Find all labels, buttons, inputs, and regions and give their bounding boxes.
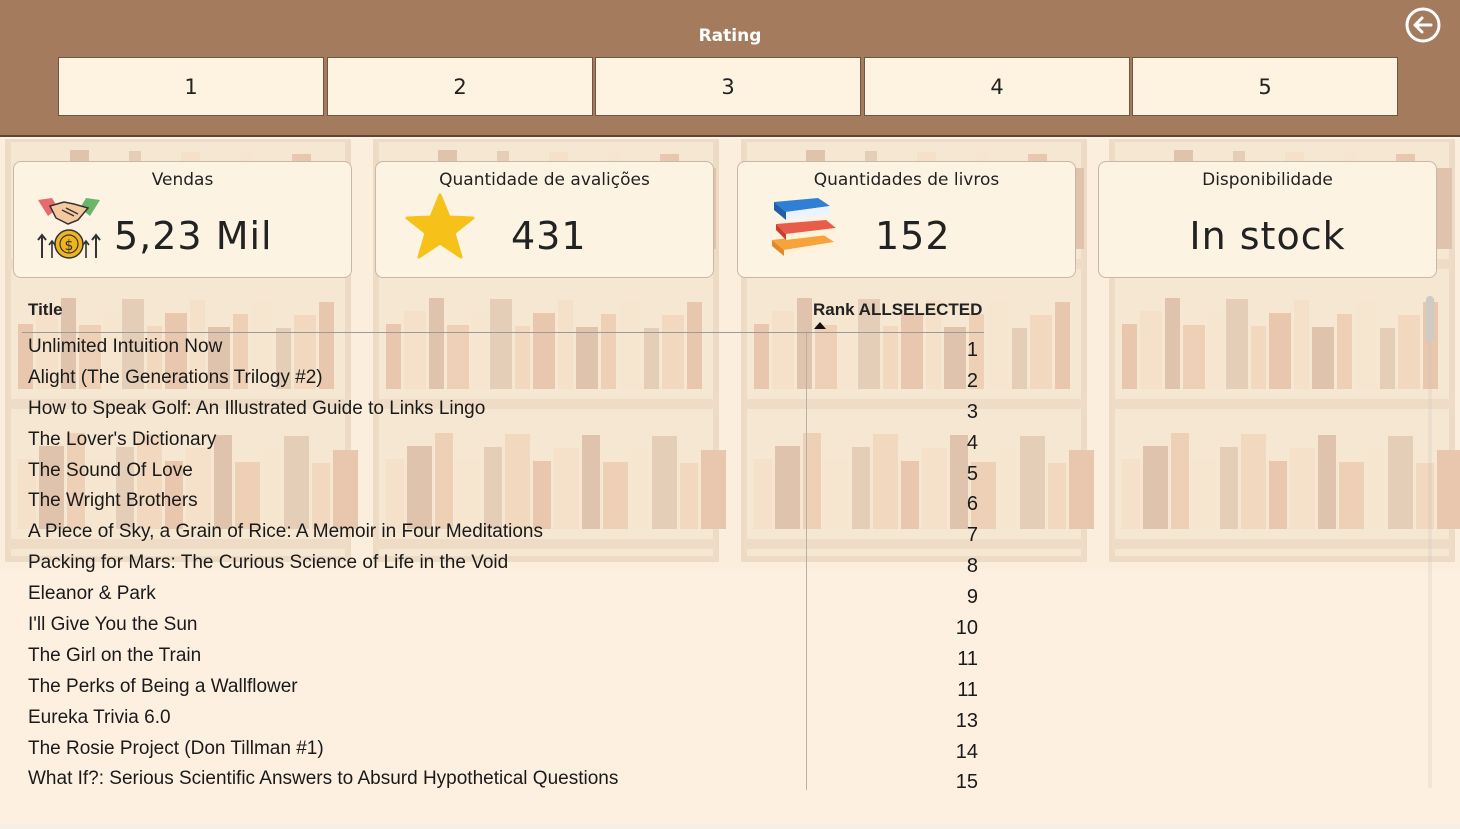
book-title-cell: Packing for Mars: The Curious Science of… <box>28 552 509 574</box>
back-arrow-icon[interactable] <box>1404 6 1442 44</box>
table-row[interactable]: The Sound Of Love 5 <box>22 457 984 488</box>
table-row[interactable]: Eleanor & Park 9 <box>22 580 984 611</box>
rank-cell: 9 <box>966 586 978 609</box>
rating-option-5[interactable]: 5 <box>1132 57 1398 116</box>
rank-cell: 8 <box>966 555 978 578</box>
table-row[interactable]: The Girl on the Train 11 <box>22 642 984 673</box>
book-title-cell: What If?: Serious Scientific Answers to … <box>28 768 619 790</box>
table-row[interactable]: Unlimited Intuition Now 1 <box>22 333 984 364</box>
table-row[interactable]: The Wright Brothers 6 <box>22 487 984 518</box>
scroll-track <box>1428 296 1432 788</box>
rank-cell: 11 <box>957 678 978 701</box>
book-title-cell: The Sound Of Love <box>28 459 193 481</box>
footer-strip <box>0 824 1460 829</box>
reviews-card-title: Quantidade de avalições <box>439 170 650 190</box>
rank-cell: 11 <box>957 647 978 670</box>
books-card-title: Quantidades de livros <box>813 170 1000 190</box>
table-row[interactable]: The Lover's Dictionary 4 <box>22 426 984 457</box>
book-title-cell: The Perks of Being a Wallflower <box>28 675 298 697</box>
rank-cell: 7 <box>966 524 978 547</box>
handshake-money-icon: $ <box>34 194 104 266</box>
book-title-cell: Unlimited Intuition Now <box>28 336 223 357</box>
sales-value: 5,23 Mil <box>114 214 273 258</box>
rating-option-4[interactable]: 4 <box>864 57 1130 116</box>
books-stack-icon <box>768 194 842 264</box>
table-row[interactable]: What If?: Serious Scientific Answers to … <box>22 765 984 790</box>
rank-cell: 3 <box>966 400 978 423</box>
table-row[interactable]: How to Speak Golf: An Illustrated Guide … <box>22 395 984 426</box>
sales-card-title: Vendas <box>151 170 214 190</box>
table-row[interactable]: The Rosie Project (Don Tillman #1) 14 <box>22 735 984 766</box>
book-title-cell: I'll Give You the Sun <box>28 614 198 636</box>
rating-option-1[interactable]: 1 <box>58 57 324 116</box>
book-title-cell: The Rosie Project (Don Tillman #1) <box>28 737 324 759</box>
sales-card: Vendas $ 5,23 Mil <box>13 161 352 278</box>
vertical-scrollbar[interactable] <box>1426 296 1434 342</box>
svg-text:$: $ <box>65 238 74 254</box>
rank-cell: 15 <box>955 771 978 790</box>
rank-cell: 4 <box>966 431 978 454</box>
availability-value: In stock <box>1189 214 1346 258</box>
rank-cell: 6 <box>966 493 978 516</box>
table-row[interactable]: A Piece of Sky, a Grain of Rice: A Memoi… <box>22 518 984 549</box>
books-value: 152 <box>875 214 951 258</box>
book-title-cell: The Wright Brothers <box>28 490 198 512</box>
book-title-cell: A Piece of Sky, a Grain of Rice: A Memoi… <box>28 521 543 543</box>
column-header-rank[interactable]: Rank ALLSELECTED <box>813 300 982 320</box>
availability-card-title: Disponibilidade <box>1202 170 1333 190</box>
rank-cell: 1 <box>966 339 978 361</box>
rank-cell: 10 <box>955 617 978 640</box>
books-card: Quantidades de livros 152 <box>737 161 1076 278</box>
reviews-value: 431 <box>511 214 587 258</box>
book-title-cell: Eleanor & Park <box>28 583 156 605</box>
rank-cell: 2 <box>966 369 978 392</box>
rank-cell: 13 <box>955 709 978 732</box>
rating-slicer-title: Rating <box>698 26 762 46</box>
table-row[interactable]: The Perks of Being a Wallflower 11 <box>22 673 984 704</box>
availability-card: Disponibilidade In stock <box>1098 161 1437 278</box>
rating-header: Rating 1 2 3 4 5 <box>0 0 1460 137</box>
book-title-cell: How to Speak Golf: An Illustrated Guide … <box>28 397 486 419</box>
book-title-cell: Alight (The Generations Trilogy #2) <box>28 366 323 388</box>
sort-ascending-icon[interactable] <box>814 322 826 329</box>
table-row[interactable]: I'll Give You the Sun 10 <box>22 611 984 642</box>
reviews-card: Quantidade de avalições 431 <box>375 161 714 278</box>
rating-option-3[interactable]: 3 <box>595 57 861 116</box>
book-title-cell: The Girl on the Train <box>28 644 202 666</box>
book-title-cell: The Lover's Dictionary <box>28 428 217 450</box>
table-body: Unlimited Intuition Now 1 Alight (The Gene… <box>22 333 984 790</box>
table-row[interactable]: Packing for Mars: The Curious Science of… <box>22 549 984 580</box>
book-title-cell: Eureka Trivia 6.0 <box>28 706 171 728</box>
rank-cell: 14 <box>955 740 978 763</box>
table-row[interactable]: Alight (The Generations Trilogy #2) 2 <box>22 364 984 395</box>
star-icon <box>404 192 476 266</box>
books-table: Title Rank ALLSELECTED Unlimited Intuiti… <box>22 292 1440 790</box>
column-header-title[interactable]: Title <box>28 300 63 320</box>
rank-cell: 5 <box>966 462 978 485</box>
rating-option-2[interactable]: 2 <box>327 57 593 116</box>
table-row[interactable]: Eureka Trivia 6.0 13 <box>22 704 984 735</box>
